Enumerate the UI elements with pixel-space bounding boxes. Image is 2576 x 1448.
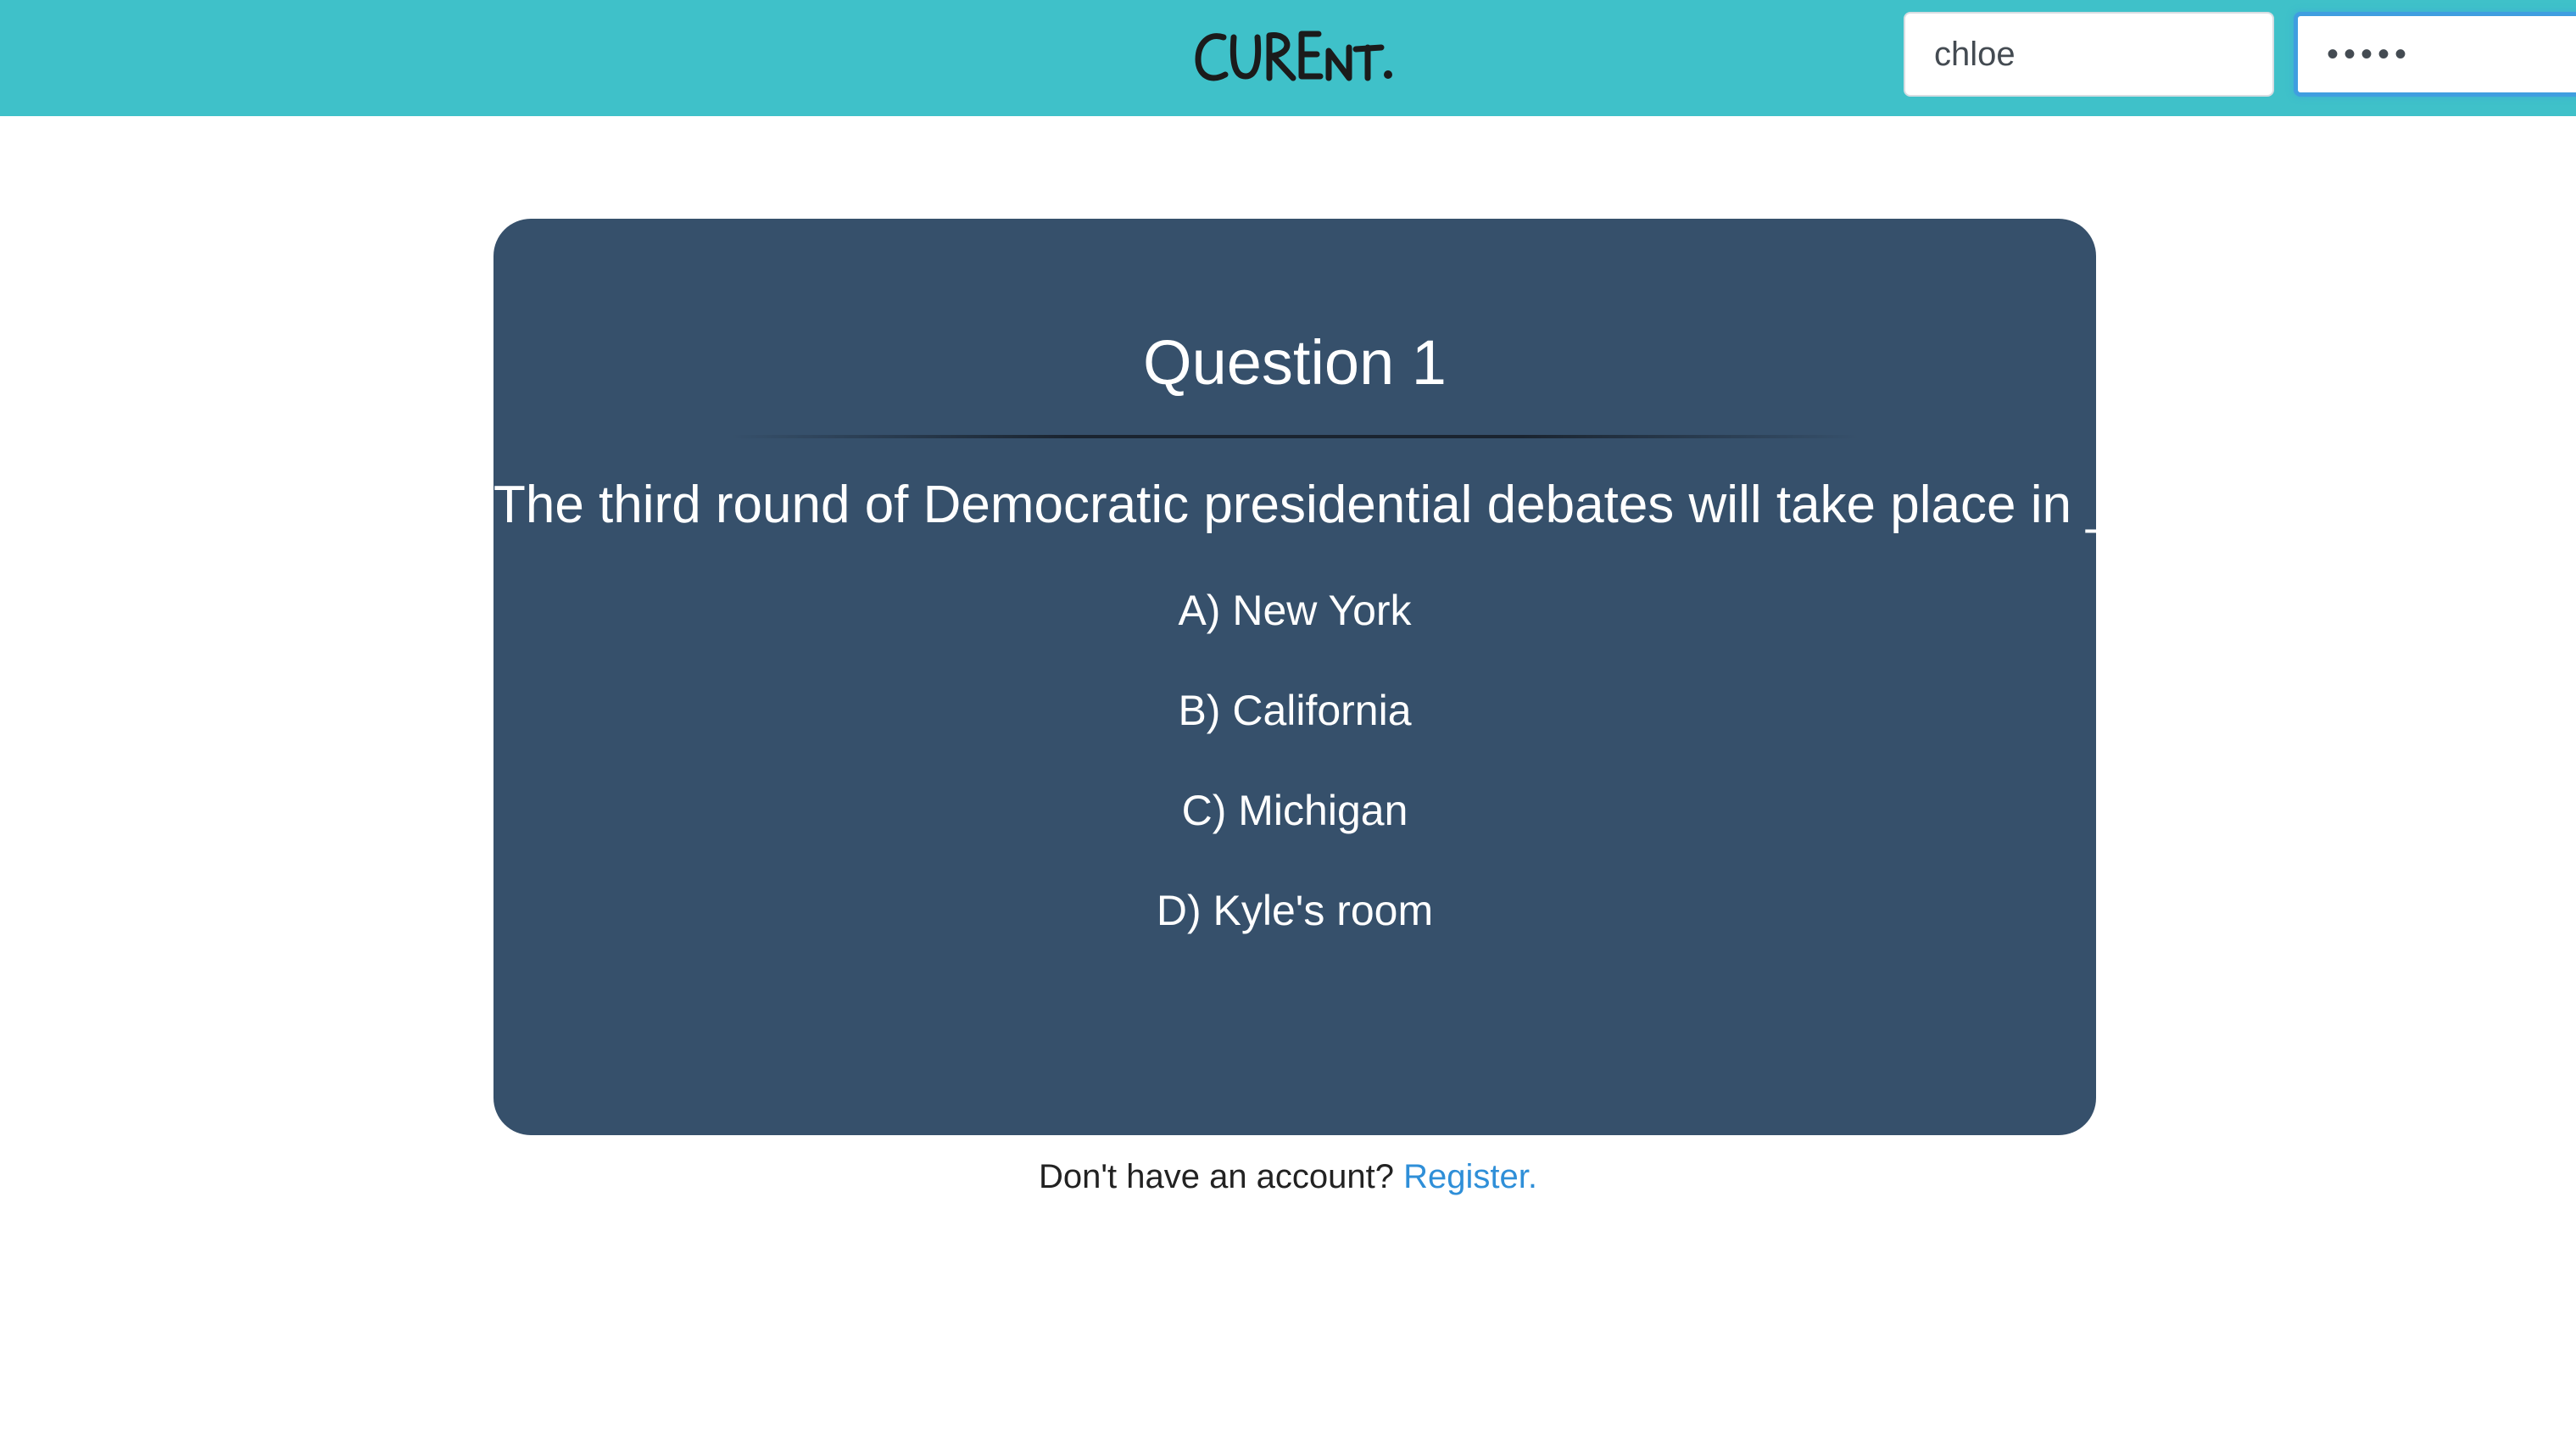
answer-option-a[interactable]: A) New York: [1074, 576, 1515, 644]
curent-logo[interactable]: [1191, 19, 1395, 95]
question-title: Question 1: [1143, 327, 1447, 398]
question-card: Question 1 The third round of Democratic…: [493, 219, 2291, 1135]
register-prompt: Don't have an account? Register.: [0, 1151, 2576, 1202]
answer-option-d[interactable]: D) Kyle's room: [1074, 877, 1515, 944]
logo-wordmark: [1195, 31, 1392, 81]
answer-option-b[interactable]: B) California: [1074, 677, 1515, 744]
question-text: The third round of Democratic presidenti…: [493, 476, 2291, 534]
answer-list: A) New York B) California C) Michigan D)…: [493, 576, 2096, 977]
username-input[interactable]: [1904, 12, 2274, 97]
register-prompt-text: Don't have an account?: [1038, 1158, 1395, 1195]
password-input[interactable]: [2294, 12, 2576, 97]
answer-option-c[interactable]: C) Michigan: [1074, 777, 1515, 844]
top-bar: [0, 0, 2576, 116]
title-divider: [731, 435, 1859, 438]
register-link[interactable]: Register.: [1403, 1158, 1537, 1195]
